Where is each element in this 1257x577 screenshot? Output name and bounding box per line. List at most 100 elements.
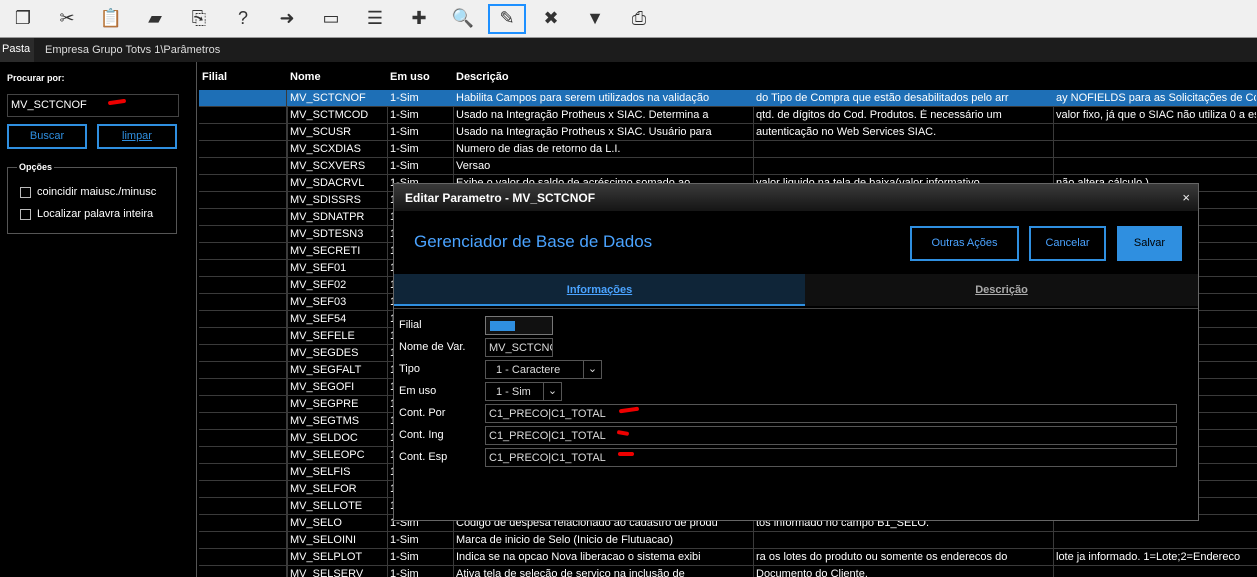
tipo-select[interactable]: 1 - Caractere ⌄ — [485, 360, 602, 379]
table-cell: MV_SEF03 — [290, 296, 347, 308]
header-nome[interactable]: Nome — [290, 71, 321, 83]
table-row[interactable]: MV_SCTCNOF 1-Sim Habilita Campos para sere… — [199, 90, 1257, 107]
tipo-label: Tipo — [399, 363, 420, 375]
table-cell — [199, 107, 287, 124]
copy-icon[interactable]: ❐ — [4, 4, 42, 34]
table-cell: Numero de dias de retorno da L.I. — [456, 143, 621, 155]
tab-descricao[interactable]: Descrição — [805, 274, 1198, 306]
table-cell: Usado na Integração Protheus x SIAC. Det… — [456, 109, 709, 121]
table-cell: Marca de inicio de Selo (Inicio de Flutu… — [456, 534, 674, 546]
table-cell — [199, 447, 287, 464]
table-row[interactable]: MV_SELSERV 1-Sim Ativa tela de seleção de … — [199, 566, 1257, 577]
cont-por-label: Cont. Por — [399, 407, 446, 419]
buscar-button[interactable]: Buscar — [7, 124, 87, 149]
table-cell — [199, 294, 287, 311]
whole-word-checkbox[interactable]: Localizar palavra inteira — [20, 208, 153, 220]
table-cell: MV_SEGOFI — [290, 381, 355, 393]
table-cell — [199, 362, 287, 379]
table-row[interactable]: MV_SELPLOT 1-Sim Indica se na opcao Nova l… — [199, 549, 1257, 566]
table-row[interactable]: MV_SCXDIAS 1-Sim Numero de dias de retorno… — [199, 141, 1257, 158]
chevron-down-icon[interactable]: ⌄ — [583, 360, 601, 379]
print-icon[interactable]: ⎙ — [620, 4, 658, 34]
view-icon[interactable]: 🔍 — [444, 4, 482, 34]
header-descricao[interactable]: Descrição — [456, 71, 509, 83]
table-cell: 1-Sim — [390, 143, 419, 155]
table-cell: ra os lotes do produto ou somente os end… — [756, 551, 1008, 563]
tab-company-parameters[interactable]: Empresa Grupo Totvs 1\Parâmetros — [45, 44, 220, 56]
table-cell: MV_SCUSR — [290, 126, 352, 138]
cont-esp-field[interactable]: C1_PRECO|C1_TOTAL — [485, 448, 1177, 467]
edit-icon[interactable]: ✎ — [488, 3, 526, 34]
table-cell: 1-Sim — [390, 551, 419, 563]
copy-record-icon[interactable]: ⎘ — [180, 4, 218, 34]
search-panel: Procurar por: MV_SCTCNOF Buscar limpar O… — [0, 62, 197, 577]
table-cell: 1-Sim — [390, 568, 419, 577]
table-cell: Usado na Integração Protheus x SIAC. Usu… — [456, 126, 712, 138]
table-cell: MV_SELPLOT — [290, 551, 363, 563]
table-row[interactable]: MV_SELOINI 1-Sim Marca de inicio de Selo (… — [199, 532, 1257, 549]
table-cell — [199, 141, 287, 158]
new-record-icon[interactable]: ✚ — [400, 4, 438, 34]
cont-esp-label: Cont. Esp — [399, 451, 448, 463]
table-cell: MV_SELO — [290, 517, 342, 529]
table-cell — [199, 515, 287, 532]
checkbox-box[interactable] — [20, 208, 31, 220]
list-icon[interactable]: ☰ — [356, 4, 394, 34]
options-title: Opções — [17, 162, 55, 172]
folder-icon[interactable]: ▭ — [312, 4, 350, 34]
table-cell: autenticação no Web Services SIAC. — [756, 126, 937, 138]
tab-informacoes[interactable]: Informações — [394, 274, 805, 306]
paste-icon[interactable]: 📋 — [92, 4, 130, 34]
match-case-checkbox[interactable]: coincidir maiusc./minusc — [20, 186, 156, 198]
table-row[interactable]: MV_SCXVERS 1-Sim Versao — [199, 158, 1257, 175]
checkbox-box[interactable] — [20, 186, 31, 198]
table-cell: MV_SEGTMS — [290, 415, 360, 427]
table-cell — [199, 158, 287, 175]
filial-toggle[interactable] — [485, 316, 553, 335]
table-cell: 1-Sim — [390, 126, 419, 138]
cont-por-field[interactable]: C1_PRECO|C1_TOTAL — [485, 404, 1177, 423]
cont-ing-field[interactable]: C1_PRECO|C1_TOTAL — [485, 426, 1177, 445]
filter-icon[interactable]: ▼ — [576, 4, 614, 34]
table-cell: MV_SDTESN3 — [290, 228, 364, 240]
table-cell — [199, 175, 287, 192]
table-cell — [199, 124, 287, 141]
dialog-form: Filial Nome de Var. MV_SCTCNO Tipo 1 - C… — [394, 308, 1198, 520]
tab-bar: Pasta Empresa Grupo Totvs 1\Parâmetros — [0, 38, 1257, 62]
salvar-button[interactable]: Salvar — [1117, 226, 1182, 261]
table-row[interactable]: MV_SCUSR 1-Sim Usado na Integração Protheu… — [199, 124, 1257, 141]
exit-icon[interactable]: ➜ — [268, 4, 306, 34]
table-cell: MV_SDACRVL — [290, 177, 365, 189]
table-cell: 1-Sim — [390, 92, 419, 104]
table-cell: MV_SELOINI — [290, 534, 357, 546]
help-icon[interactable]: ? — [224, 4, 262, 34]
search-input[interactable]: MV_SCTCNOF — [7, 94, 179, 117]
em-uso-select[interactable]: 1 - Sim ⌄ — [485, 382, 562, 401]
table-cell: Versao — [456, 160, 491, 172]
table-cell — [199, 396, 287, 413]
table-row[interactable]: MV_SCTMCOD 1-Sim Usado na Integração Proth… — [199, 107, 1257, 124]
options-group: Opções coincidir maiusc./minusc Localiza… — [7, 162, 177, 234]
table-cell: 1-Sim — [390, 109, 419, 121]
table-cell: MV_SELFOR — [290, 483, 357, 495]
delete-record-icon[interactable]: ✖ — [532, 4, 570, 34]
table-cell: Ativa tela de seleção de serviço na incl… — [456, 568, 685, 577]
header-filial[interactable]: Filial — [202, 71, 227, 83]
nome-var-field[interactable]: MV_SCTCNO — [485, 338, 553, 357]
cont-ing-label: Cont. Ing — [399, 429, 444, 441]
tipo-value: 1 - Caractere — [496, 364, 561, 376]
table-cell — [199, 260, 287, 277]
table-cell — [199, 430, 287, 447]
table-cell — [199, 243, 287, 260]
limpar-button[interactable]: limpar — [97, 124, 177, 149]
toggle-fill — [490, 321, 515, 331]
table-cell: MV_SEGFALT — [290, 364, 362, 376]
cancelar-button[interactable]: Cancelar — [1029, 226, 1106, 261]
eraser-icon[interactable]: ▰ — [136, 4, 174, 34]
outras-acoes-button[interactable]: Outras Ações — [910, 226, 1019, 261]
tab-pasta[interactable]: Pasta — [0, 38, 34, 62]
chevron-down-icon[interactable]: ⌄ — [543, 382, 561, 401]
cut-icon[interactable]: ✂ — [48, 4, 86, 34]
header-em-uso[interactable]: Em uso — [390, 71, 430, 83]
close-icon[interactable]: × — [1182, 190, 1190, 205]
